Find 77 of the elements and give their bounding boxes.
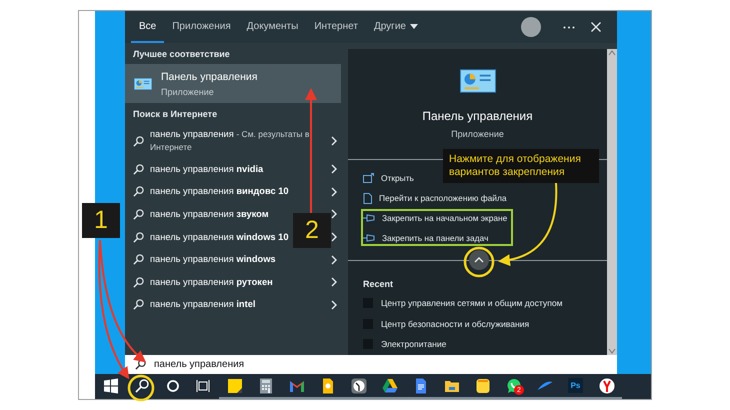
chevron-right-icon: [331, 232, 338, 242]
search-icon: [133, 136, 144, 146]
close-icon[interactable]: [591, 22, 601, 32]
callout-text: Нажмите для отображения вариантов закрепления: [443, 149, 599, 183]
calculator-icon: [258, 378, 274, 394]
expand-button[interactable]: [469, 250, 489, 270]
scroll-up-icon: [608, 49, 616, 57]
recent-item[interactable]: Электропитание: [363, 334, 446, 354]
app-icon: [460, 69, 496, 93]
app-logo-icon: Ps: [568, 378, 583, 393]
task-view-icon: [196, 378, 212, 394]
action-item[interactable]: Закрепить на начальном экране: [363, 208, 508, 228]
search-icon: [133, 208, 144, 220]
browser-logo-icon: [598, 378, 614, 394]
search-suggestion[interactable]: панель управления intel: [150, 298, 256, 312]
section-heading: Recent: [362, 278, 394, 291]
chevron-right-icon: [331, 164, 338, 174]
search-suggestion[interactable]: панель управления - См. результаты в Интернете: [150, 128, 325, 154]
taskbar-button[interactable]: Ps: [560, 374, 591, 399]
action-item[interactable]: Закрепить на панели задач: [363, 228, 488, 248]
chevron-right-icon: [331, 136, 338, 146]
result-subtitle: Приложение: [161, 86, 215, 96]
highlight-circle: [464, 246, 494, 278]
tab[interactable]: Документы: [238, 11, 306, 43]
search-suggestion[interactable]: панель управления windows 10: [150, 230, 289, 244]
chevron-right-icon: [331, 186, 338, 197]
circle-icon: [164, 378, 180, 394]
notepad-icon: [474, 378, 490, 394]
clock-icon: [350, 378, 366, 394]
search-field[interactable]: панель управления: [125, 354, 617, 374]
step-marker: 1: [82, 203, 120, 238]
section-heading: Лучшее соответствие: [132, 48, 231, 61]
search-icon: [135, 358, 146, 370]
search-suggestion[interactable]: панель управления рутокен: [150, 276, 273, 289]
action-item[interactable]: Перейти к расположению файла: [363, 188, 507, 208]
search-icon: [133, 254, 144, 266]
search-icon: [133, 186, 144, 198]
triangle-logo-icon: [382, 378, 398, 394]
chevron-right-icon: [331, 209, 338, 220]
search-icon: [133, 232, 144, 243]
recent-item[interactable]: Центр безопасности и обслуживания: [363, 314, 530, 334]
tab[interactable]: Другие: [366, 11, 426, 43]
pin-icon: [363, 214, 375, 222]
search-suggestion[interactable]: панель управления nvidia: [150, 162, 264, 176]
search-suggestion[interactable]: панель управления звуком: [150, 208, 269, 221]
chevron-right-icon: [331, 300, 338, 310]
chevron-up-icon: [474, 257, 484, 263]
tab[interactable]: Интернет: [306, 11, 366, 43]
step-marker: 2: [293, 213, 331, 248]
search-icon: [134, 378, 150, 394]
avatar[interactable]: [521, 17, 541, 37]
search-icon: [133, 276, 144, 288]
app-icon: [134, 78, 152, 90]
search-icon: [133, 164, 144, 175]
file-icon: [363, 192, 372, 204]
action-item[interactable]: Открыть: [363, 168, 414, 188]
chevron-right-icon: [331, 277, 338, 288]
preview-title: Панель управления: [422, 109, 533, 123]
search-suggestion[interactable]: панель управления виндовс 10: [150, 185, 289, 198]
recent-item[interactable]: Центр управления сетями и общим доступом: [363, 293, 563, 314]
preview-subtitle: Приложение: [451, 129, 504, 139]
open-window-icon: [363, 173, 374, 183]
sticky-note-icon: [226, 378, 242, 394]
tab[interactable]: Приложения: [164, 11, 239, 43]
tab[interactable]: Все: [131, 11, 164, 43]
windows-logo-icon: [102, 378, 118, 394]
pin-icon: [363, 234, 375, 242]
result-title: Панель управления: [161, 70, 258, 82]
section-heading: Поиск в Интернете: [132, 108, 218, 121]
search-icon: [133, 299, 144, 310]
highlight-circle: [128, 374, 154, 402]
chevron-right-icon: [331, 254, 338, 265]
scroll-down-icon: [608, 346, 616, 354]
more-icon[interactable]: [563, 26, 575, 28]
search-suggestion[interactable]: панель управления windows: [150, 253, 276, 266]
best-match-item[interactable]: Панель управления Приложение: [125, 64, 341, 103]
scrollbar[interactable]: [607, 49, 617, 354]
